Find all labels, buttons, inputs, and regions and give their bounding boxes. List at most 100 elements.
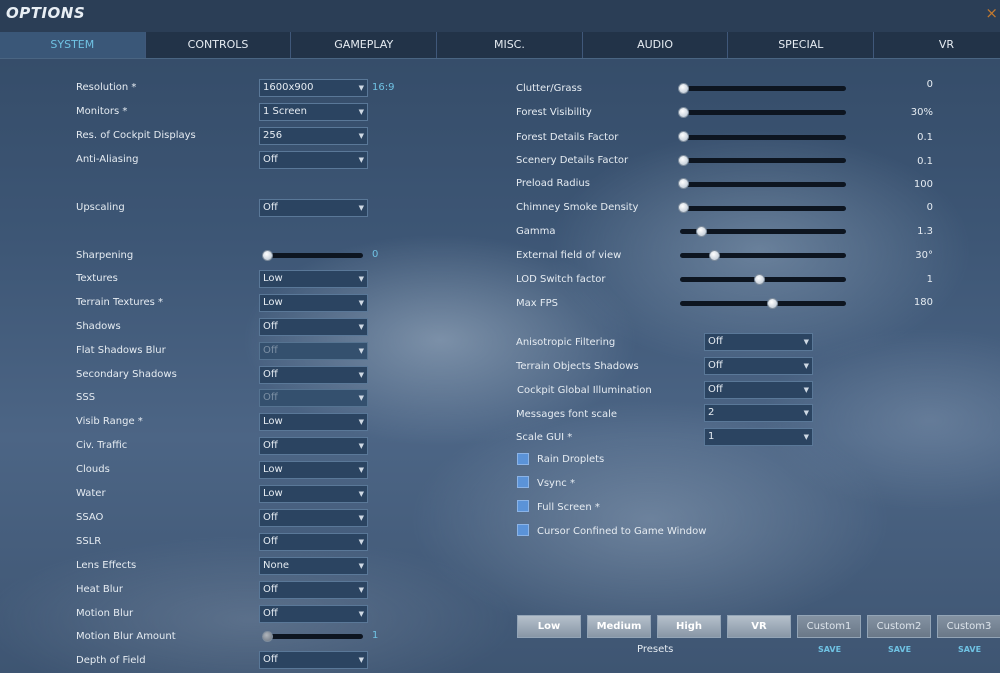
chimney-smoke-slider[interactable] (680, 206, 846, 211)
tab-controls[interactable]: CONTROLS (145, 32, 292, 58)
scenery-details-slider[interactable] (680, 158, 846, 163)
motion-blur-amount-slider[interactable] (262, 634, 363, 639)
save-custom3-link[interactable]: SAVE (958, 645, 981, 654)
sharpening-slider[interactable] (262, 253, 363, 258)
gamma-slider-knob[interactable] (696, 226, 707, 237)
civ-traffic-label: Civ. Traffic (76, 440, 128, 451)
gamma-label: Gamma (516, 226, 556, 237)
messages-font-scale-dropdown[interactable]: 2 ▼ (704, 404, 813, 422)
shadows-dropdown[interactable]: Off ▼ (259, 318, 368, 336)
cockpit-res-dropdown[interactable]: 256 ▼ (259, 127, 368, 145)
tab-gameplay[interactable]: GAMEPLAY (291, 32, 438, 58)
tab-misc[interactable]: MISC. (437, 32, 583, 58)
sss-value: Off (263, 392, 278, 403)
lens-effects-label: Lens Effects (76, 560, 137, 571)
depth-of-field-dropdown[interactable]: Off ▼ (259, 651, 368, 669)
aspect-ratio: 16:9 (372, 82, 395, 93)
chevron-down-icon: ▼ (358, 586, 364, 594)
preset-custom1-button[interactable]: Custom1 (797, 615, 861, 638)
chimney-smoke-slider-knob[interactable] (678, 202, 689, 213)
resolution-dropdown[interactable]: 1600x900 ▼ (259, 79, 368, 97)
forest-visibility-slider[interactable] (680, 110, 846, 115)
cockpit-gi-dropdown[interactable]: Off ▼ (704, 381, 813, 399)
motion-blur-dropdown[interactable]: Off ▼ (259, 605, 368, 623)
scale-gui-dropdown[interactable]: 1 ▼ (704, 428, 813, 446)
cockpit-res-value: 256 (263, 130, 283, 141)
tab-audio[interactable]: AUDIO (582, 32, 729, 58)
cursor-confined-label: Cursor Confined to Game Window (537, 526, 707, 537)
visib-range-dropdown[interactable]: Low ▼ (259, 413, 368, 431)
max-fps-slider[interactable] (680, 301, 846, 306)
rain-droplets-checkbox[interactable] (517, 453, 529, 465)
tab-system[interactable]: SYSTEM (0, 32, 146, 58)
save-custom1-link[interactable]: SAVE (818, 645, 841, 654)
ssao-label: SSAO (76, 512, 104, 523)
terrain-objects-shadows-dropdown[interactable]: Off ▼ (704, 357, 813, 375)
shadows-value: Off (263, 321, 278, 332)
textures-dropdown[interactable]: Low ▼ (259, 270, 368, 288)
preset-custom2-button[interactable]: Custom2 (867, 615, 931, 638)
vsync-checkbox[interactable] (517, 476, 529, 488)
clutter-grass-slider-knob[interactable] (678, 83, 689, 94)
external-fov-slider-knob[interactable] (709, 250, 720, 261)
motion-blur-amount-slider-knob[interactable] (262, 631, 273, 642)
terrain-objects-shadows-label: Terrain Objects Shadows (516, 361, 639, 372)
motion-blur-amount-value: 1 (372, 630, 379, 641)
water-dropdown[interactable]: Low ▼ (259, 485, 368, 503)
clouds-label: Clouds (76, 464, 110, 475)
sslr-value: Off (263, 536, 278, 547)
preset-low-button[interactable]: Low (517, 615, 581, 638)
preset-high-button[interactable]: High (657, 615, 721, 638)
anti-aliasing-dropdown[interactable]: Off ▼ (259, 151, 368, 169)
tab-vr[interactable]: VR (874, 32, 1000, 58)
heat-blur-dropdown[interactable]: Off ▼ (259, 581, 368, 599)
clouds-dropdown[interactable]: Low ▼ (259, 461, 368, 479)
preload-radius-slider-knob[interactable] (678, 178, 689, 189)
terrain-textures-label: Terrain Textures * (76, 297, 164, 308)
terrain-textures-dropdown[interactable]: Low ▼ (259, 294, 368, 312)
forest-details-slider-knob[interactable] (678, 131, 689, 142)
chevron-down-icon: ▼ (358, 538, 364, 546)
full-screen-checkbox[interactable] (517, 500, 529, 512)
lens-effects-dropdown[interactable]: None ▼ (259, 557, 368, 575)
clutter-grass-slider[interactable] (680, 86, 846, 91)
shadows-label: Shadows (76, 321, 121, 332)
external-fov-value: 30° (915, 250, 933, 261)
external-fov-slider[interactable] (680, 253, 846, 258)
sharpening-slider-knob[interactable] (262, 250, 273, 261)
secondary-shadows-value: Off (263, 369, 278, 380)
chevron-down-icon: ▼ (358, 156, 364, 164)
preset-custom3-button[interactable]: Custom3 (937, 615, 1000, 638)
chevron-down-icon: ▼ (803, 409, 809, 417)
anisotropic-dropdown[interactable]: Off ▼ (704, 333, 813, 351)
cockpit-gi-value: Off (708, 384, 723, 395)
cursor-confined-checkbox[interactable] (517, 524, 529, 536)
scenery-details-slider-knob[interactable] (678, 155, 689, 166)
forest-details-slider[interactable] (680, 135, 846, 140)
chevron-down-icon: ▼ (358, 466, 364, 474)
close-icon[interactable]: × (985, 4, 998, 22)
tab-special[interactable]: SPECIAL (728, 32, 875, 58)
sss-label: SSS (76, 392, 96, 403)
preload-radius-slider[interactable] (680, 182, 846, 187)
save-custom2-link[interactable]: SAVE (888, 645, 911, 654)
lod-switch-slider-knob[interactable] (754, 274, 765, 285)
preset-medium-button[interactable]: Medium (587, 615, 651, 638)
messages-font-scale-label: Messages font scale (516, 409, 618, 420)
max-fps-slider-knob[interactable] (767, 298, 778, 309)
sslr-dropdown[interactable]: Off ▼ (259, 533, 368, 551)
anti-aliasing-value: Off (263, 154, 278, 165)
secondary-shadows-dropdown[interactable]: Off ▼ (259, 366, 368, 384)
upscaling-dropdown[interactable]: Off ▼ (259, 199, 368, 217)
chevron-down-icon: ▼ (358, 275, 364, 283)
preset-vr-button[interactable]: VR (727, 615, 791, 638)
forest-visibility-slider-knob[interactable] (678, 107, 689, 118)
forest-visibility-label: Forest Visibility (516, 107, 592, 118)
messages-font-scale-value: 2 (708, 407, 715, 418)
civ-traffic-dropdown[interactable]: Off ▼ (259, 437, 368, 455)
motion-blur-value: Off (263, 608, 278, 619)
monitors-dropdown[interactable]: 1 Screen ▼ (259, 103, 368, 121)
ssao-dropdown[interactable]: Off ▼ (259, 509, 368, 527)
visib-range-label: Visib Range * (76, 416, 143, 427)
upscaling-value: Off (263, 202, 278, 213)
